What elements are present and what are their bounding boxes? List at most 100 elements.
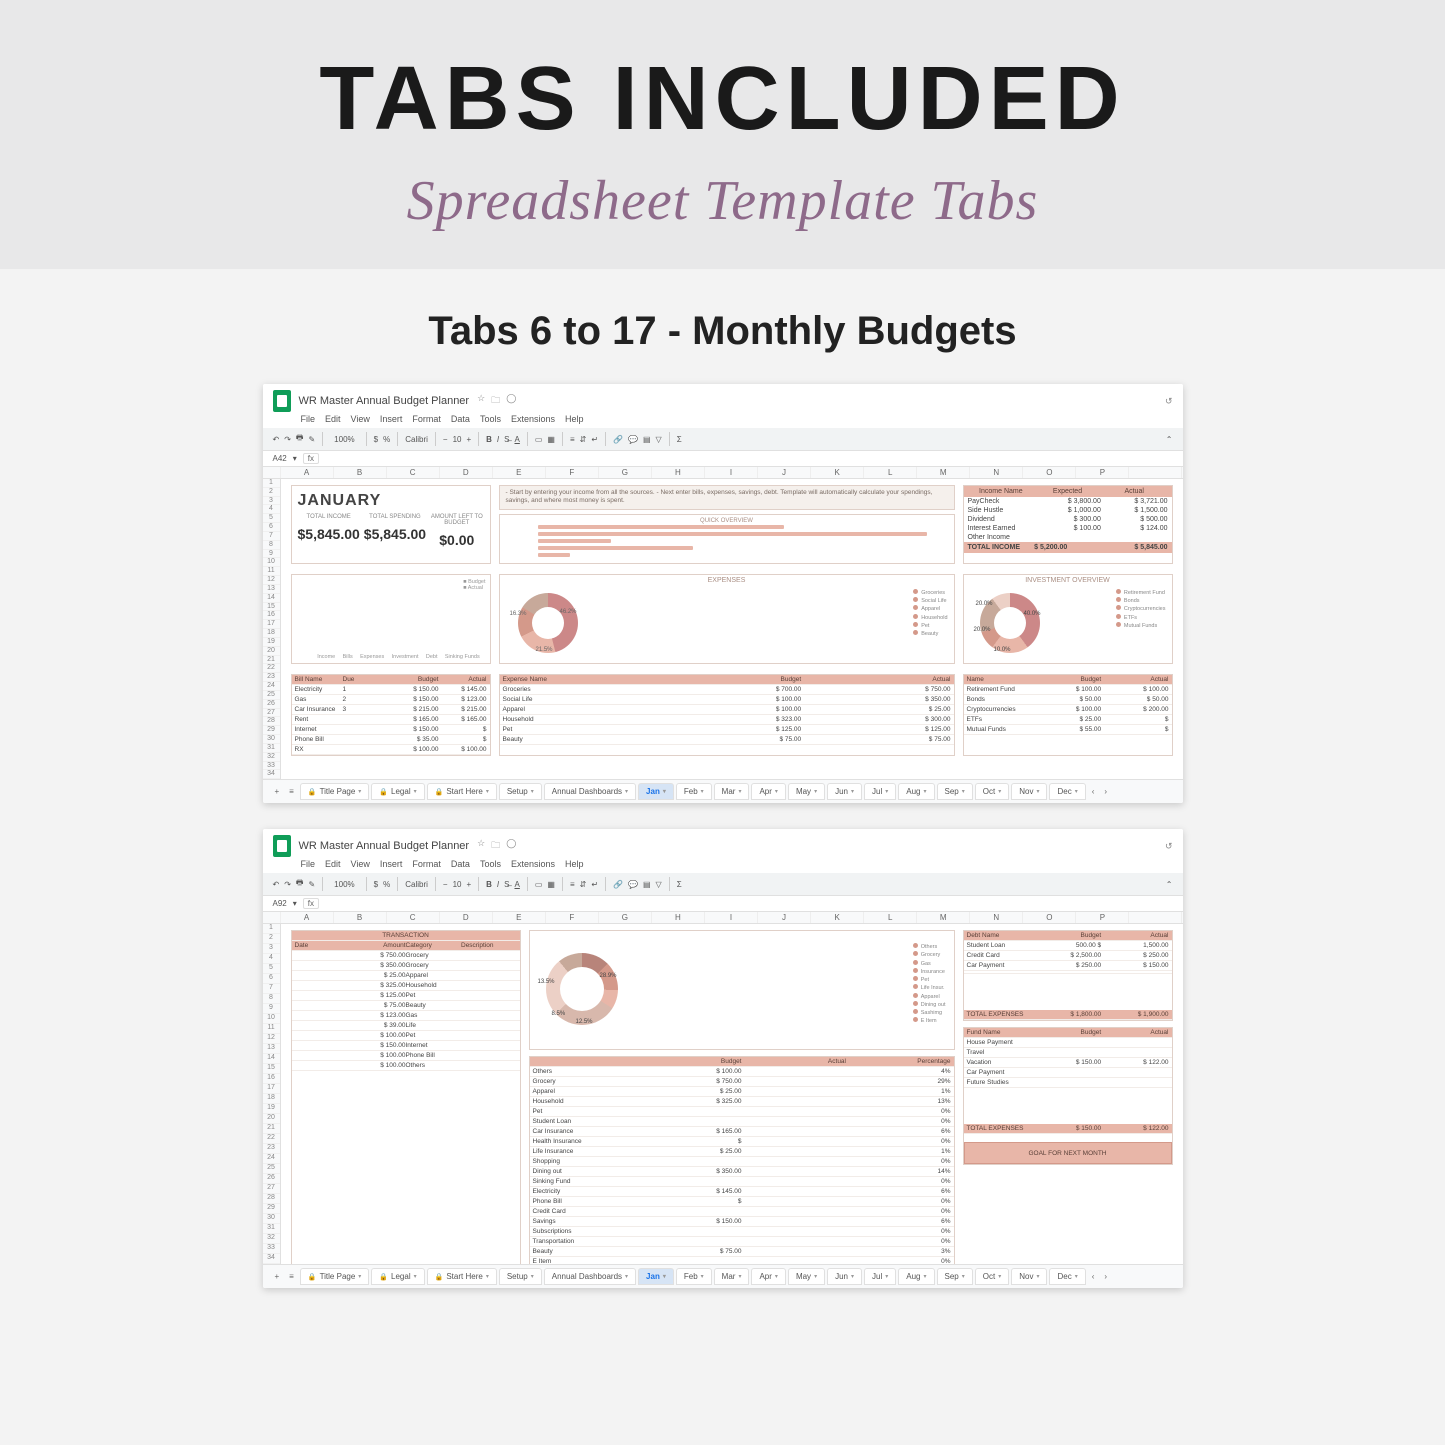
bold-icon[interactable]: B — [486, 880, 492, 889]
redo-icon[interactable]: ↷ — [284, 880, 291, 889]
move-icon[interactable]: 🗀 — [491, 393, 500, 409]
sheet-tab-mar[interactable]: Mar▾ — [714, 783, 750, 800]
wrap-icon[interactable]: ↵ — [591, 435, 598, 444]
sheet-tab-dec[interactable]: Dec▾ — [1049, 1268, 1085, 1285]
sheet-tab-start-here[interactable]: 🔒Start Here▾ — [427, 1268, 497, 1285]
history-icon[interactable]: ↺ — [1165, 396, 1173, 407]
textcolor-icon[interactable]: A — [515, 880, 520, 889]
cloud-icon[interactable]: ◯ — [506, 838, 516, 854]
chart-icon[interactable]: ▤ — [643, 880, 651, 889]
star-icon[interactable]: ☆ — [477, 838, 485, 854]
font-select[interactable]: Calibri — [405, 435, 428, 444]
scroll-left-icon[interactable]: ‹ — [1088, 787, 1099, 796]
link-icon[interactable]: 🔗 — [613, 880, 623, 889]
sigma-icon[interactable]: Σ — [677, 880, 682, 889]
fontsize-input[interactable]: 10 — [453, 880, 462, 889]
cell-ref[interactable]: A92 — [273, 899, 287, 908]
borders-icon[interactable]: ▦ — [547, 880, 555, 889]
sheet-tab-jun[interactable]: Jun▾ — [827, 783, 862, 800]
all-sheets-button[interactable]: ≡ — [285, 1272, 298, 1281]
add-sheet-button[interactable]: + — [271, 1272, 284, 1281]
borders-icon[interactable]: ▦ — [547, 435, 555, 444]
filter-icon[interactable]: ▽ — [656, 880, 662, 889]
sheet-tab-feb[interactable]: Feb▾ — [676, 1268, 712, 1285]
align-icon[interactable]: ≡ — [570, 435, 575, 444]
cloud-icon[interactable]: ◯ — [506, 393, 516, 409]
fontsize-input[interactable]: 10 — [453, 435, 462, 444]
currency-icon[interactable]: $ — [374, 435, 378, 444]
sheet-tab-oct[interactable]: Oct▾ — [975, 783, 1009, 800]
menu-edit[interactable]: Edit — [325, 414, 341, 424]
valign-icon[interactable]: ⇵ — [580, 880, 587, 889]
comment-icon[interactable]: 💬 — [628, 435, 638, 444]
undo-icon[interactable]: ↶ — [273, 435, 280, 444]
fontsize-dec[interactable]: − — [443, 880, 448, 889]
sheet-tab-may[interactable]: May▾ — [788, 783, 825, 800]
sheet-tab-jun[interactable]: Jun▾ — [827, 1268, 862, 1285]
scroll-right-icon[interactable]: › — [1100, 1272, 1111, 1281]
italic-icon[interactable]: I — [497, 880, 499, 889]
paint-icon[interactable]: ✎ — [308, 435, 315, 444]
sheet-tab-jul[interactable]: Jul▾ — [864, 1268, 896, 1285]
chart-icon[interactable]: ▤ — [643, 435, 651, 444]
menu-tools[interactable]: Tools — [480, 859, 501, 869]
sheet-tab-annual-dashboards[interactable]: Annual Dashboards▾ — [544, 783, 636, 800]
menu-insert[interactable]: Insert — [380, 859, 403, 869]
history-icon[interactable]: ↺ — [1165, 841, 1173, 852]
menu-file[interactable]: File — [301, 859, 316, 869]
sheet-tab-sep[interactable]: Sep▾ — [937, 1268, 973, 1285]
menu-data[interactable]: Data — [451, 414, 470, 424]
menu-view[interactable]: View — [351, 414, 370, 424]
menu-extensions[interactable]: Extensions — [511, 414, 555, 424]
filter-icon[interactable]: ▽ — [656, 435, 662, 444]
menu-view[interactable]: View — [351, 859, 370, 869]
zoom-select[interactable]: 100% — [330, 435, 358, 444]
fx-icon[interactable]: fx — [303, 453, 319, 464]
menu-file[interactable]: File — [301, 414, 316, 424]
sheet-tab-aug[interactable]: Aug▾ — [898, 783, 934, 800]
menu-format[interactable]: Format — [412, 859, 441, 869]
sheet-tab-setup[interactable]: Setup▾ — [499, 1268, 542, 1285]
move-icon[interactable]: 🗀 — [491, 838, 500, 854]
star-icon[interactable]: ☆ — [477, 393, 485, 409]
menu-insert[interactable]: Insert — [380, 414, 403, 424]
zoom-select[interactable]: 100% — [330, 880, 358, 889]
comment-icon[interactable]: 💬 — [628, 880, 638, 889]
paint-icon[interactable]: ✎ — [308, 880, 315, 889]
all-sheets-button[interactable]: ≡ — [285, 787, 298, 796]
menu-format[interactable]: Format — [412, 414, 441, 424]
print-icon[interactable]: 🖶 — [296, 877, 304, 891]
link-icon[interactable]: 🔗 — [613, 435, 623, 444]
align-icon[interactable]: ≡ — [570, 880, 575, 889]
sheet-tab-jan[interactable]: Jan▾ — [638, 1268, 674, 1285]
menu-edit[interactable]: Edit — [325, 859, 341, 869]
sigma-icon[interactable]: Σ — [677, 435, 682, 444]
sheet-tab-setup[interactable]: Setup▾ — [499, 783, 542, 800]
menu-tools[interactable]: Tools — [480, 414, 501, 424]
percent-icon[interactable]: % — [383, 880, 390, 889]
expand-up-icon[interactable]: ⌃ — [1166, 435, 1173, 444]
add-sheet-button[interactable]: + — [271, 787, 284, 796]
menu-extensions[interactable]: Extensions — [511, 859, 555, 869]
sheet-tab-mar[interactable]: Mar▾ — [714, 1268, 750, 1285]
textcolor-icon[interactable]: A — [515, 435, 520, 444]
sheet-tab-annual-dashboards[interactable]: Annual Dashboards▾ — [544, 1268, 636, 1285]
expand-up-icon[interactable]: ⌃ — [1166, 880, 1173, 889]
sheet-tab-feb[interactable]: Feb▾ — [676, 783, 712, 800]
italic-icon[interactable]: I — [497, 435, 499, 444]
redo-icon[interactable]: ↷ — [284, 435, 291, 444]
fontsize-inc[interactable]: + — [466, 880, 471, 889]
valign-icon[interactable]: ⇵ — [580, 435, 587, 444]
bold-icon[interactable]: B — [486, 435, 492, 444]
sheet-tab-nov[interactable]: Nov▾ — [1011, 783, 1047, 800]
sheet-tab-oct[interactable]: Oct▾ — [975, 1268, 1009, 1285]
sheet-tab-start-here[interactable]: 🔒Start Here▾ — [427, 783, 497, 800]
fill-icon[interactable]: ▭ — [535, 880, 543, 889]
menu-help[interactable]: Help — [565, 859, 584, 869]
fontsize-dec[interactable]: − — [443, 435, 448, 444]
sheet-tab-may[interactable]: May▾ — [788, 1268, 825, 1285]
percent-icon[interactable]: % — [383, 435, 390, 444]
document-title[interactable]: WR Master Annual Budget Planner — [299, 840, 470, 852]
strike-icon[interactable]: S̶ — [504, 880, 509, 889]
wrap-icon[interactable]: ↵ — [591, 880, 598, 889]
